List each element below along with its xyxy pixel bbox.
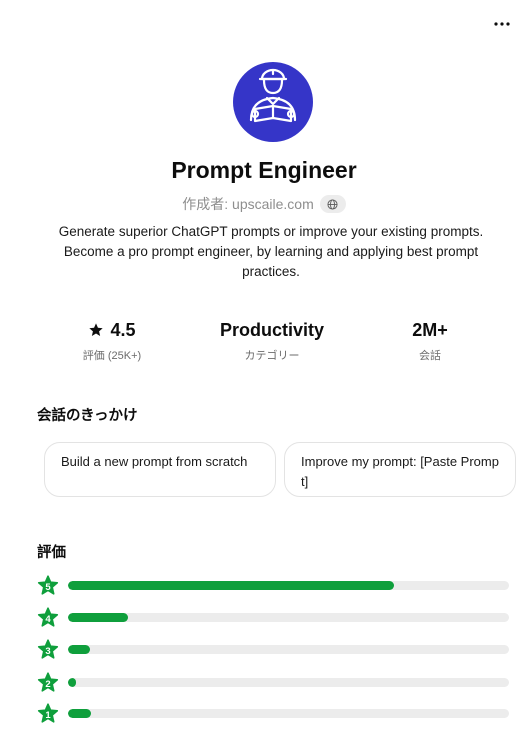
rating-bar-fill xyxy=(68,709,92,718)
stat-conversations: 2M+ 会話 xyxy=(355,317,505,363)
rating-bar-fill xyxy=(68,678,77,687)
rating-star-number: 1 xyxy=(45,709,51,721)
rating-bar-fill xyxy=(68,581,395,590)
rating-bar-track xyxy=(68,709,509,718)
rating-row-1: 1 xyxy=(37,703,511,725)
rating-star-number: 3 xyxy=(45,645,51,657)
rating-row-3: 3 xyxy=(37,639,511,661)
website-link[interactable] xyxy=(319,195,346,213)
rating-bar-fill xyxy=(68,645,91,654)
globe-icon xyxy=(327,198,338,210)
author-label: 作成者: upscaile.com xyxy=(182,196,314,212)
stat-rating-value: 4.5 xyxy=(110,319,136,340)
gpt-avatar xyxy=(233,62,313,142)
rating-star-number: 5 xyxy=(45,581,51,593)
stat-category-label: カテゴリー xyxy=(244,350,300,362)
starter-label: Build a new prompt from scratch xyxy=(61,454,248,469)
gpt-description: Generate superior ChatGPT prompts or imp… xyxy=(58,224,484,279)
rating-star-icon: 3 xyxy=(37,639,59,661)
star-icon xyxy=(89,323,104,336)
rating-bar-track xyxy=(68,581,509,590)
rating-star-icon: 1 xyxy=(37,703,59,725)
rating-star-icon: 2 xyxy=(37,672,59,694)
rating-row-2: 2 xyxy=(37,672,511,694)
starter-label: Improve my prompt: [Paste Prompt] xyxy=(301,454,499,489)
rating-bar-track xyxy=(68,678,509,687)
rating-row-5: 5 xyxy=(37,575,511,597)
stat-category-value: Productivity xyxy=(219,319,325,340)
starter-card[interactable]: Build a new prompt from scratch xyxy=(44,442,276,497)
stat-conversations-value: 2M+ xyxy=(412,319,448,340)
stat-conversations-label: 会話 xyxy=(419,350,441,362)
ratings-heading: 評価 xyxy=(37,545,66,561)
starter-card[interactable]: Improve my prompt: [Paste Prompt] xyxy=(284,442,516,497)
engineer-with-blueprint-icon xyxy=(249,68,297,123)
rating-star-number: 2 xyxy=(45,678,51,690)
rating-star-icon: 5 xyxy=(37,575,59,597)
rating-star-icon: 4 xyxy=(37,607,59,629)
stat-rating-label: 評価 (25K+) xyxy=(82,350,142,362)
more-options-button[interactable] xyxy=(490,12,514,36)
rating-bar-track xyxy=(68,613,509,622)
stat-rating: 4.5 評価 (25K+) xyxy=(37,317,187,363)
stat-category: Productivity カテゴリー xyxy=(197,317,347,363)
author-row: 作成者: upscaile.com xyxy=(0,194,528,214)
rating-bar-fill xyxy=(68,613,129,622)
rating-star-number: 4 xyxy=(45,613,51,625)
starters-heading: 会話のきっかけ xyxy=(37,408,138,424)
rating-row-4: 4 xyxy=(37,607,511,629)
gpt-title: Prompt Engineer xyxy=(171,157,357,183)
rating-bar-track xyxy=(68,645,509,654)
more-horizontal-icon xyxy=(494,22,510,26)
